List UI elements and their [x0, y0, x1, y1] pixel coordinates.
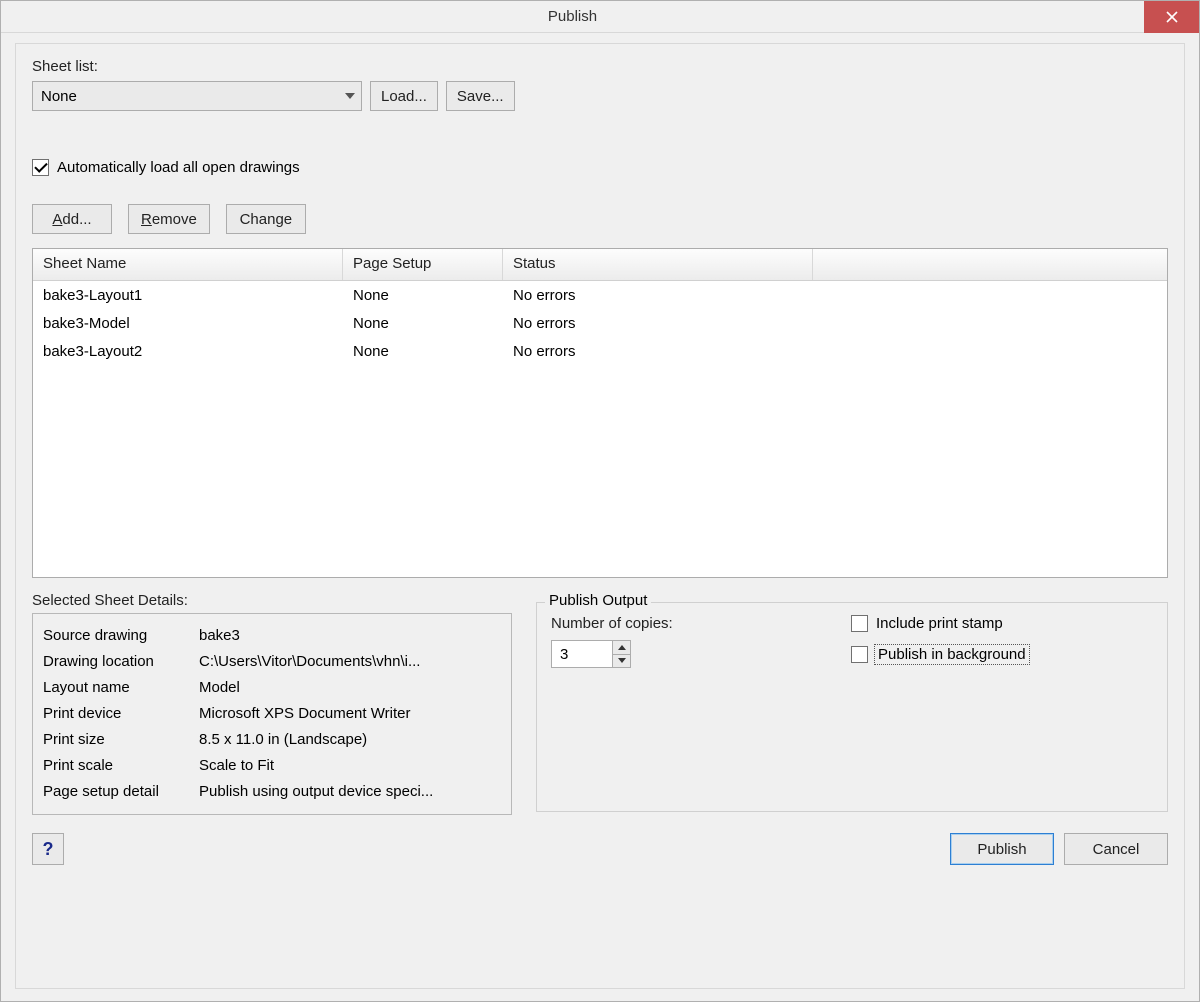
inner-panel: Sheet list: None Load... Save... Automat… — [15, 43, 1185, 989]
arrow-up-icon — [618, 645, 626, 650]
remove-button[interactable]: Remove — [128, 204, 210, 234]
auto-load-row: Automatically load all open drawings — [32, 159, 1168, 176]
sheet-list-label: Sheet list: — [32, 58, 1168, 75]
copies-input[interactable] — [552, 641, 612, 667]
col-sheet-name[interactable]: Sheet Name — [33, 249, 343, 280]
add-button[interactable]: Add... — [32, 204, 112, 234]
details-box: Source drawing bake3 Drawing location C:… — [32, 613, 512, 815]
table-row[interactable]: bake3-Model None No errors — [33, 309, 1167, 337]
arrow-down-icon — [618, 658, 626, 663]
close-button[interactable] — [1144, 1, 1199, 33]
detail-row: Print scale Scale to Fit — [43, 752, 501, 778]
detail-value: C:\Users\Vitor\Documents\vhn\i... — [199, 653, 501, 670]
cell-name: bake3-Layout1 — [33, 285, 343, 306]
sheet-list-row: None Load... Save... — [32, 81, 1168, 111]
col-status[interactable]: Status — [503, 249, 813, 280]
publish-bg-row: Publish in background — [851, 646, 1153, 663]
detail-value: Publish using output device speci... — [199, 783, 501, 800]
copies-label: Number of copies: — [551, 615, 811, 632]
publish-bg-checkbox[interactable] — [851, 646, 868, 663]
detail-value: Model — [199, 679, 501, 696]
detail-value: 8.5 x 11.0 in (Landscape) — [199, 731, 501, 748]
window-title: Publish — [1, 8, 1144, 25]
detail-row: Layout name Model — [43, 674, 501, 700]
dialog-body: Sheet list: None Load... Save... Automat… — [1, 33, 1199, 1001]
cancel-button[interactable]: Cancel — [1064, 833, 1168, 865]
include-stamp-row: Include print stamp — [851, 615, 1153, 632]
cell-page: None — [343, 341, 503, 362]
detail-label: Layout name — [43, 679, 199, 696]
include-stamp-label: Include print stamp — [876, 615, 1003, 632]
detail-row: Print size 8.5 x 11.0 in (Landscape) — [43, 726, 501, 752]
detail-row: Print device Microsoft XPS Document Writ… — [43, 700, 501, 726]
table-row[interactable]: bake3-Layout2 None No errors — [33, 337, 1167, 365]
sheet-table: Sheet Name Page Setup Status bake3-Layou… — [32, 248, 1168, 578]
detail-row: Page setup detail Publish using output d… — [43, 778, 501, 804]
col-extra — [813, 249, 1167, 280]
detail-label: Print device — [43, 705, 199, 722]
publish-output-legend: Publish Output — [545, 592, 651, 609]
publish-output-fieldset: Publish Output Number of copies: — [536, 602, 1168, 812]
table-header: Sheet Name Page Setup Status — [33, 249, 1167, 281]
cell-name: bake3-Model — [33, 313, 343, 334]
table-row[interactable]: bake3-Layout1 None No errors — [33, 281, 1167, 309]
load-button[interactable]: Load... — [370, 81, 438, 111]
copies-down[interactable] — [613, 655, 630, 668]
detail-value: Microsoft XPS Document Writer — [199, 705, 501, 722]
output-grid: Number of copies: — [551, 615, 1153, 668]
publish-dialog: Publish Sheet list: None Load... Save...… — [0, 0, 1200, 1002]
spinner-arrows — [612, 641, 630, 667]
chevron-down-icon — [345, 93, 355, 99]
sheet-action-row: Add... Remove Change — [32, 204, 1168, 234]
auto-load-checkbox[interactable] — [32, 159, 49, 176]
help-button[interactable]: ? — [32, 833, 64, 865]
change-button[interactable]: Change — [226, 204, 306, 234]
detail-value: bake3 — [199, 627, 501, 644]
details-column: Selected Sheet Details: Source drawing b… — [32, 592, 512, 815]
publish-bg-label: Publish in background — [876, 646, 1028, 663]
detail-label: Print size — [43, 731, 199, 748]
table-body: bake3-Layout1 None No errors bake3-Model… — [33, 281, 1167, 577]
cell-status: No errors — [503, 313, 813, 334]
detail-label: Print scale — [43, 757, 199, 774]
flags-column: Include print stamp Publish in backgroun… — [851, 615, 1153, 668]
cell-name: bake3-Layout2 — [33, 341, 343, 362]
sheet-list-value: None — [41, 88, 77, 105]
close-icon — [1166, 11, 1178, 23]
detail-label: Drawing location — [43, 653, 199, 670]
detail-label: Source drawing — [43, 627, 199, 644]
auto-load-label: Automatically load all open drawings — [57, 159, 300, 176]
help-icon: ? — [43, 839, 54, 860]
col-page-setup[interactable]: Page Setup — [343, 249, 503, 280]
lower-area: Selected Sheet Details: Source drawing b… — [32, 592, 1168, 815]
cell-status: No errors — [503, 285, 813, 306]
include-stamp-checkbox[interactable] — [851, 615, 868, 632]
copies-up[interactable] — [613, 641, 630, 655]
cell-page: None — [343, 313, 503, 334]
details-title: Selected Sheet Details: — [32, 592, 512, 609]
cell-status: No errors — [503, 341, 813, 362]
detail-row: Drawing location C:\Users\Vitor\Document… — [43, 648, 501, 674]
footer: ? Publish Cancel — [32, 833, 1168, 865]
copies-spinner[interactable] — [551, 640, 631, 668]
footer-buttons: Publish Cancel — [950, 833, 1168, 865]
detail-label: Page setup detail — [43, 783, 199, 800]
detail-row: Source drawing bake3 — [43, 622, 501, 648]
publish-button[interactable]: Publish — [950, 833, 1054, 865]
detail-value: Scale to Fit — [199, 757, 501, 774]
titlebar: Publish — [1, 1, 1199, 33]
sheet-list-select[interactable]: None — [32, 81, 362, 111]
copies-column: Number of copies: — [551, 615, 811, 668]
output-column: Publish Output Number of copies: — [536, 592, 1168, 815]
save-button[interactable]: Save... — [446, 81, 515, 111]
cell-page: None — [343, 285, 503, 306]
